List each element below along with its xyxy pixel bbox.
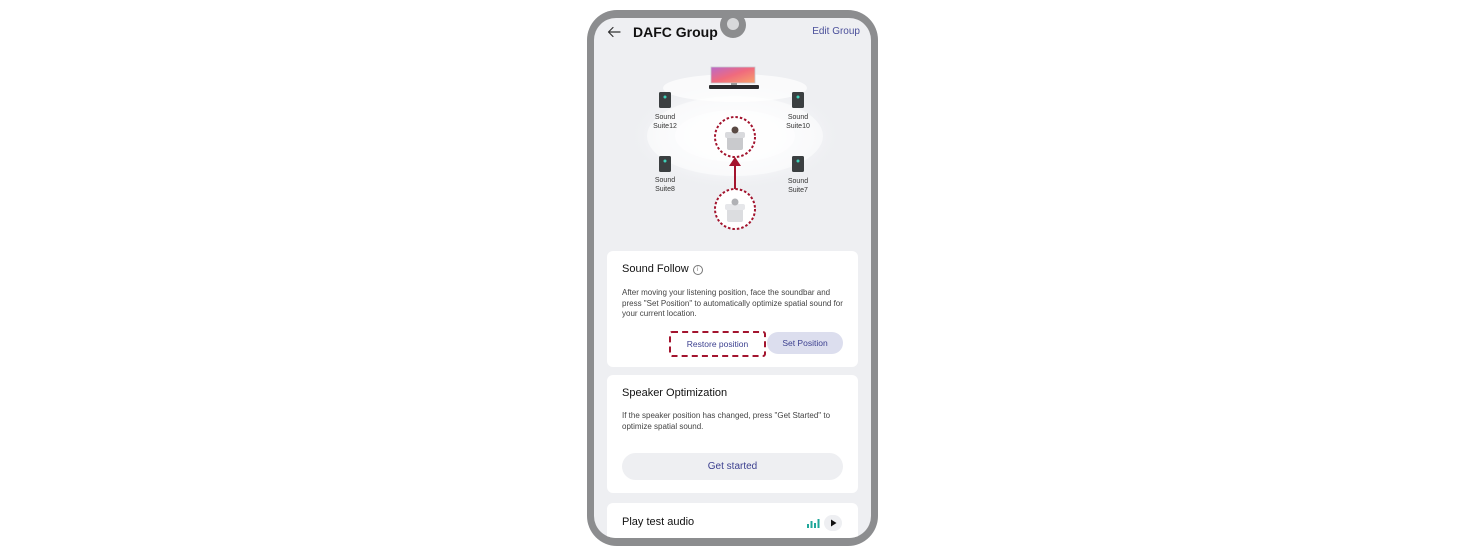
equalizer-icon (807, 519, 820, 528)
speaker-label-suite10: Sound Suite10 (786, 114, 810, 130)
phone-frame: DAFC Group Edit Group Sound Suite12 Soun… (587, 10, 878, 546)
speaker-layout-diagram: Sound Suite12 Sound Suite10 Sound Suite8 So… (594, 48, 871, 248)
speaker-optimization-description: If the speaker position has changed, pre… (622, 411, 831, 431)
sound-follow-card: Sound Follow i After moving your listenin… (607, 251, 858, 367)
edit-group-link[interactable]: Edit Group (812, 26, 860, 37)
set-position-label: Set Position (782, 338, 828, 348)
sound-follow-description: After moving your listening position, fa… (622, 288, 843, 318)
restore-position-button[interactable]: Restore position (669, 331, 766, 357)
sound-follow-title-text: Sound Follow (622, 263, 689, 275)
get-started-button[interactable]: Get started (622, 453, 843, 480)
play-test-audio-title: Play test audio (622, 516, 695, 528)
play-button[interactable] (824, 515, 842, 531)
get-started-label: Get started (707, 461, 758, 472)
speaker-label-suite8: Sound Suite8 (654, 177, 676, 193)
page-title: DAFC Group (633, 24, 718, 40)
speaker-optimization-title: Speaker Optimization (622, 387, 728, 399)
speaker-icon (659, 156, 671, 172)
info-icon[interactable]: i (692, 265, 703, 275)
play-icon (831, 519, 837, 527)
speaker-icon (792, 92, 804, 108)
sound-follow-title: Sound Follow i (622, 263, 703, 275)
set-position-button[interactable]: Set Position (767, 332, 843, 354)
play-test-audio-card[interactable]: Play test audio (607, 503, 858, 538)
speaker-icon (792, 156, 804, 172)
camera-icon (727, 18, 739, 30)
tv-soundbar-icon (709, 66, 759, 89)
speaker-icon (659, 92, 671, 108)
speaker-optimization-card: Speaker Optimization If the speaker posi… (607, 375, 858, 493)
app-screen: DAFC Group Edit Group Sound Suite12 Soun… (594, 18, 871, 538)
restore-position-label: Restore position (686, 339, 749, 349)
speaker-label-suite7: Sound Suite7 (787, 178, 809, 194)
speaker-label-suite12: Sound Suite12 (653, 114, 677, 130)
listener-position-diagram (714, 116, 756, 230)
back-arrow-icon[interactable] (606, 25, 622, 39)
